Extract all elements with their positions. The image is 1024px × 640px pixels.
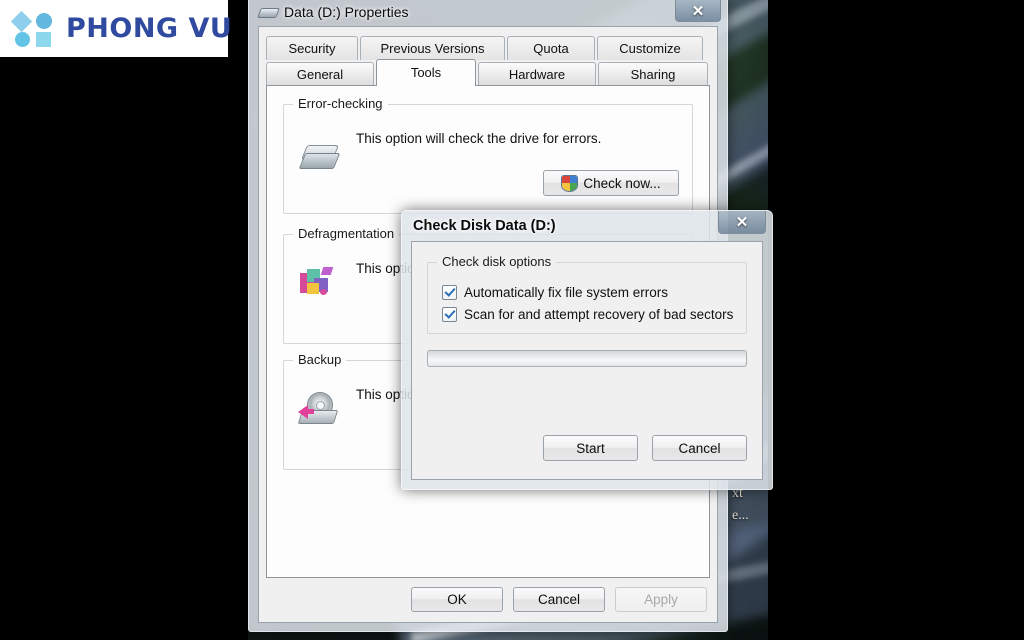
start-button[interactable]: Start [543, 435, 638, 461]
tab-hardware[interactable]: Hardware [478, 62, 596, 86]
check-disk-title: Check Disk Data (D:) [413, 218, 556, 234]
checkbox-scan-bad-sectors[interactable]: Scan for and attempt recovery of bad sec… [442, 307, 733, 322]
group-title-error-checking: Error-checking [293, 96, 388, 111]
checkbox-auto-fix-errors-label: Automatically fix file system errors [464, 285, 669, 300]
properties-tabstrip: Security Previous Versions Quota Customi… [266, 34, 710, 86]
left-black-bar [0, 0, 248, 640]
tab-customize[interactable]: Customize [597, 36, 703, 60]
logo-shapes-icon [10, 10, 58, 47]
drive-icon [257, 6, 280, 19]
cancel-button[interactable]: Cancel [513, 587, 605, 612]
tab-sharing[interactable]: Sharing [598, 62, 708, 86]
checkbox-scan-bad-sectors-label: Scan for and attempt recovery of bad sec… [464, 307, 734, 322]
tab-quota[interactable]: Quota [507, 36, 595, 60]
phong-vu-logo: PHONG VU [0, 0, 232, 57]
logo-circle-icon [36, 12, 52, 29]
logo-circle-icon [15, 31, 30, 47]
check-disk-titlebar[interactable]: Check Disk Data (D:) ✕ [402, 211, 772, 241]
backup-disc-icon [297, 391, 339, 427]
group-title-backup: Backup [293, 352, 347, 367]
ok-button[interactable]: OK [411, 587, 503, 612]
check-disk-dialog: Check Disk Data (D:) ✕ Check disk option… [401, 210, 773, 490]
logo-square-icon [36, 31, 51, 47]
tab-row-1: Security Previous Versions Quota Customi… [266, 34, 710, 60]
check-now-button[interactable]: Check now... [543, 170, 679, 196]
uac-shield-icon [561, 174, 579, 192]
defragment-icon [298, 265, 338, 301]
close-icon[interactable]: ✕ [675, 0, 721, 22]
close-icon[interactable]: ✕ [718, 211, 766, 234]
tab-previous-versions[interactable]: Previous Versions [360, 36, 505, 60]
error-checking-description: This option will check the drive for err… [356, 131, 602, 146]
group-title-check-disk-options: Check disk options [437, 254, 557, 269]
tab-general[interactable]: General [266, 62, 374, 86]
screen: xt e... PHONG VU Data (D:) Properties ✕ … [0, 0, 1024, 640]
cancel-button[interactable]: Cancel [652, 435, 747, 461]
right-black-bar [768, 0, 1024, 640]
background-window-text-bottom: e... [732, 508, 749, 523]
logo-diamond-icon [10, 10, 33, 32]
properties-titlebar[interactable]: Data (D:) Properties ✕ [249, 0, 727, 24]
properties-button-bar: OK Cancel Apply [411, 587, 707, 612]
group-check-disk-options: Check disk options Automatically fix fil… [427, 254, 747, 334]
tab-row-2: General Tools Hardware Sharing [266, 59, 710, 86]
group-error-checking: Error-checking This option will check th… [283, 96, 693, 214]
checkbox-icon[interactable] [442, 285, 457, 300]
logo-wordmark: PHONG VU [66, 13, 233, 44]
hard-drive-icon [298, 143, 341, 173]
check-disk-body: Check disk options Automatically fix fil… [411, 241, 763, 480]
properties-window-title: Data (D:) Properties [284, 4, 409, 20]
check-disk-button-bar: Start Cancel [543, 435, 747, 461]
apply-button: Apply [615, 587, 707, 612]
check-now-label: Check now... [583, 175, 661, 191]
tab-security[interactable]: Security [266, 36, 358, 60]
checkbox-auto-fix-errors[interactable]: Automatically fix file system errors [442, 285, 668, 300]
tab-tools[interactable]: Tools [376, 59, 476, 86]
group-title-defragmentation: Defragmentation [293, 226, 400, 241]
progress-bar [427, 350, 747, 367]
checkbox-icon[interactable] [442, 307, 457, 322]
